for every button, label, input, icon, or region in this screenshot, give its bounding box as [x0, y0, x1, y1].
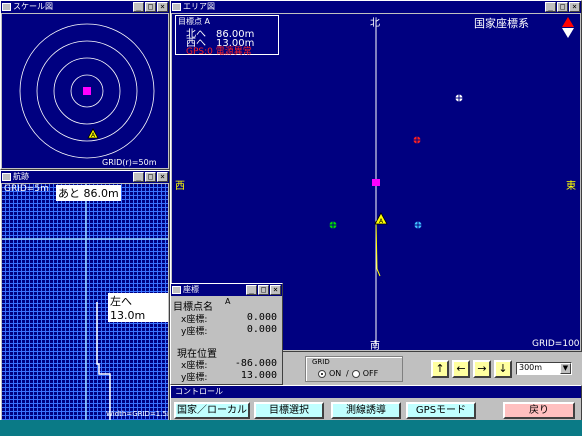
- radio-on-icon[interactable]: [318, 369, 326, 378]
- current-y-value: 13.000: [240, 370, 277, 381]
- center-marker: [83, 87, 91, 95]
- minimize-button[interactable]: _: [545, 2, 556, 12]
- target-y-label: y座標:: [181, 327, 208, 337]
- scale-select[interactable]: 300m ▼: [516, 362, 572, 375]
- arrow-up-button[interactable]: ↑: [431, 360, 449, 378]
- current-y-label: y座標:: [181, 373, 208, 383]
- grid-on-label: ON: [329, 369, 342, 378]
- scale-rings: A: [19, 23, 155, 159]
- direction-east: 東: [566, 181, 576, 192]
- minimize-button[interactable]: _: [133, 2, 144, 12]
- minimize-button[interactable]: _: [133, 172, 144, 182]
- direction-north: 北: [370, 18, 380, 29]
- control-panel-titlebar[interactable]: コントロール: [171, 386, 581, 398]
- close-button[interactable]: ×: [569, 2, 580, 12]
- window-menu-icon[interactable]: [2, 3, 11, 11]
- grid-group: GRID ON / OFF: [305, 356, 403, 382]
- gps-status: GPS:0 電源異常: [186, 47, 252, 57]
- radio-off-icon[interactable]: [351, 369, 360, 378]
- target-marker: [372, 179, 380, 186]
- maximize-button[interactable]: □: [145, 2, 156, 12]
- target-info-box: 目標点 A 北へ 86.00m 西へ 13.00m GPS:0 電源異常: [175, 15, 279, 57]
- current-x-value: -86.000: [234, 358, 277, 369]
- area-grid-label: GRID=100m: [532, 339, 580, 349]
- coord-window-title: 座標: [183, 285, 199, 294]
- track-window-titlebar[interactable]: 航跡 _ □ ×: [1, 171, 169, 183]
- direction-west: 西: [175, 181, 185, 192]
- window-menu-icon[interactable]: [2, 173, 11, 181]
- grid-off-label: OFF: [362, 369, 379, 378]
- back-button[interactable]: 戻り: [503, 402, 575, 419]
- scale-window-title: スケール図: [13, 2, 53, 11]
- direction-south: 南: [370, 341, 380, 350]
- maximize-button[interactable]: □: [145, 172, 156, 182]
- map-toolbar: GRID ON / OFF ↑ ← → ↓ 300m ▼: [283, 352, 582, 385]
- target-x-value: 0.000: [246, 312, 277, 323]
- close-button[interactable]: ×: [157, 2, 168, 12]
- coord-window: 座標 _ □ × 目標点名 A x座標: 0.000 y座標: 0.000 現在…: [170, 283, 283, 385]
- scale-view: A GRID(r)=50m: [2, 14, 168, 168]
- remaining-distance-label: あと 86.0m: [56, 185, 121, 201]
- coord-toggle-button[interactable]: 国家／ローカル: [174, 402, 250, 419]
- scale-window: スケール図 _ □ × A GRID(r)=50m: [0, 0, 170, 170]
- coord-window-titlebar[interactable]: 座標 _ □ ×: [171, 284, 282, 296]
- grid-off-radio[interactable]: / OFF: [346, 369, 378, 378]
- left-offset-label: 左へ 13.0m: [108, 293, 168, 322]
- arrow-right-button[interactable]: →: [473, 360, 491, 378]
- control-panel: コントロール 国家／ローカル 目標選択 測線誘導 GPSモード 戻り: [170, 385, 582, 422]
- maximize-button[interactable]: □: [258, 285, 269, 295]
- track-window: 航跡 _ □ × GRID=5m あと 86.0m 左へ 13.0m Width…: [0, 170, 170, 422]
- track-window-title: 航跡: [13, 172, 29, 181]
- grid-group-label: GRID: [312, 358, 330, 366]
- track-grid-label: GRID=5m: [4, 184, 49, 194]
- track-view: GRID=5m あと 86.0m 左へ 13.0m Width=GRID=1.5…: [2, 184, 168, 420]
- desktop-background: [0, 420, 582, 436]
- arrow-left-button[interactable]: ←: [452, 360, 470, 378]
- arrow-down-button[interactable]: ↓: [494, 360, 512, 378]
- grid-on-radio[interactable]: ON: [318, 369, 341, 378]
- chevron-down-icon[interactable]: ▼: [560, 363, 571, 374]
- control-panel-title: コントロール: [175, 387, 223, 396]
- scale-grid-label: GRID(r)=50m: [102, 158, 157, 167]
- scale-window-titlebar[interactable]: スケール図 _ □ ×: [1, 1, 169, 13]
- area-window-title: エリア図: [183, 2, 215, 11]
- target-name-value: A: [225, 297, 231, 306]
- window-menu-icon[interactable]: [172, 3, 181, 11]
- close-button[interactable]: ×: [270, 285, 281, 295]
- maximize-button[interactable]: □: [557, 2, 568, 12]
- window-menu-icon[interactable]: [172, 286, 181, 294]
- coord-system-label: 国家座標系: [474, 17, 529, 30]
- minimize-button[interactable]: _: [246, 285, 257, 295]
- area-window-titlebar[interactable]: エリア図 _ □ ×: [171, 1, 581, 13]
- target-select-button[interactable]: 目標選択: [254, 402, 324, 419]
- target-name-label: 目標点名: [173, 302, 213, 313]
- line-guide-button[interactable]: 測線誘導: [331, 402, 401, 419]
- target-y-value: 0.000: [246, 324, 277, 335]
- gps-mode-button[interactable]: GPSモード: [406, 402, 476, 419]
- track-width-label: Width=GRID=1.5m: [106, 410, 168, 418]
- scroll-up-icon[interactable]: [562, 17, 574, 27]
- scroll-down-icon[interactable]: [562, 28, 574, 38]
- scale-select-value: 300m: [519, 363, 543, 372]
- close-button[interactable]: ×: [157, 172, 168, 182]
